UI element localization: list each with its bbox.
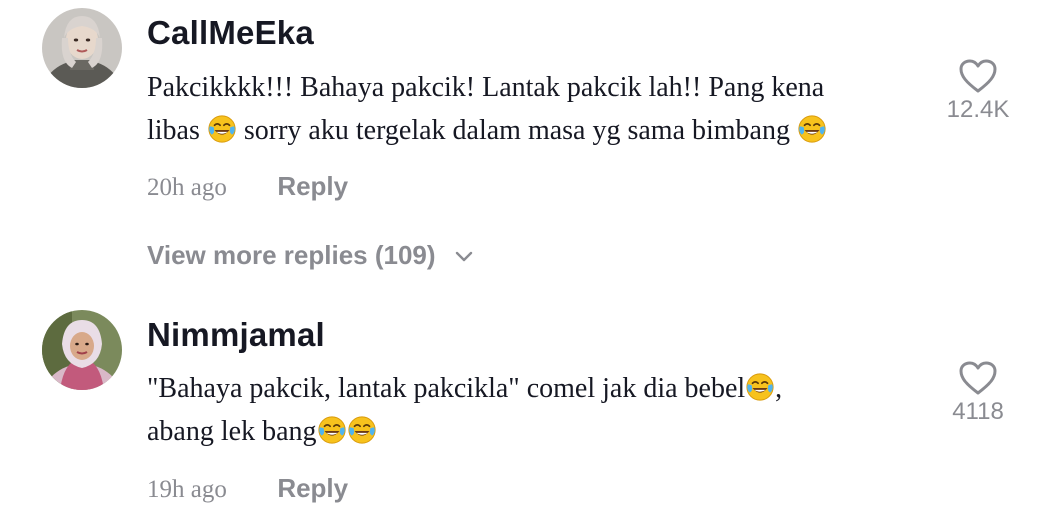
like-count: 4118 — [952, 398, 1004, 425]
comment-text: Pakcikkkk!!! Bahaya pakcik! Lantak pakci… — [147, 66, 927, 152]
comment-text-line: sorry aku tergelak dalam masa yg sama bi… — [243, 115, 790, 146]
timestamp: 19h ago — [147, 476, 227, 503]
face-with-tears-of-joy-icon — [347, 415, 377, 445]
timestamp: 20h ago — [147, 174, 227, 201]
like-count: 12.4K — [946, 96, 1010, 123]
face-with-tears-of-joy-icon — [207, 114, 237, 144]
avatar[interactable] — [42, 8, 122, 88]
face-with-tears-of-joy-icon — [797, 114, 827, 144]
heart-outline-icon — [958, 58, 998, 94]
comment-text-line: libas — [147, 115, 200, 146]
like-button[interactable]: 12.4K — [940, 58, 1016, 124]
comment-text-line: abang lek bang — [147, 416, 317, 447]
chevron-down-icon — [455, 251, 472, 262]
view-more-replies-button[interactable]: View more replies (109) — [147, 240, 473, 271]
username[interactable]: CallMeEka — [147, 14, 314, 52]
reply-button[interactable]: Reply — [277, 473, 348, 503]
face-with-tears-of-joy-icon — [317, 415, 347, 445]
comment-meta: 19h ago Reply — [147, 473, 348, 504]
comment-text: "Bahaya pakcik, lantak pakcikla" comel j… — [147, 367, 927, 453]
comment-text-tail: , — [775, 373, 783, 404]
comment-text-line: Pakcikkkk!!! Bahaya pakcik! Lantak pakci… — [147, 72, 825, 103]
reply-button[interactable]: Reply — [277, 171, 348, 201]
comment-meta: 20h ago Reply — [147, 171, 348, 202]
heart-outline-icon — [958, 360, 998, 396]
avatar[interactable] — [42, 310, 122, 390]
view-more-label: View more replies (109) — [147, 240, 436, 270]
like-button[interactable]: 4118 — [940, 360, 1016, 426]
face-with-tears-of-joy-icon — [745, 372, 775, 402]
username[interactable]: Nimmjamal — [147, 316, 325, 354]
comment-text-line: "Bahaya pakcik, lantak pakcikla" comel j… — [147, 373, 746, 404]
